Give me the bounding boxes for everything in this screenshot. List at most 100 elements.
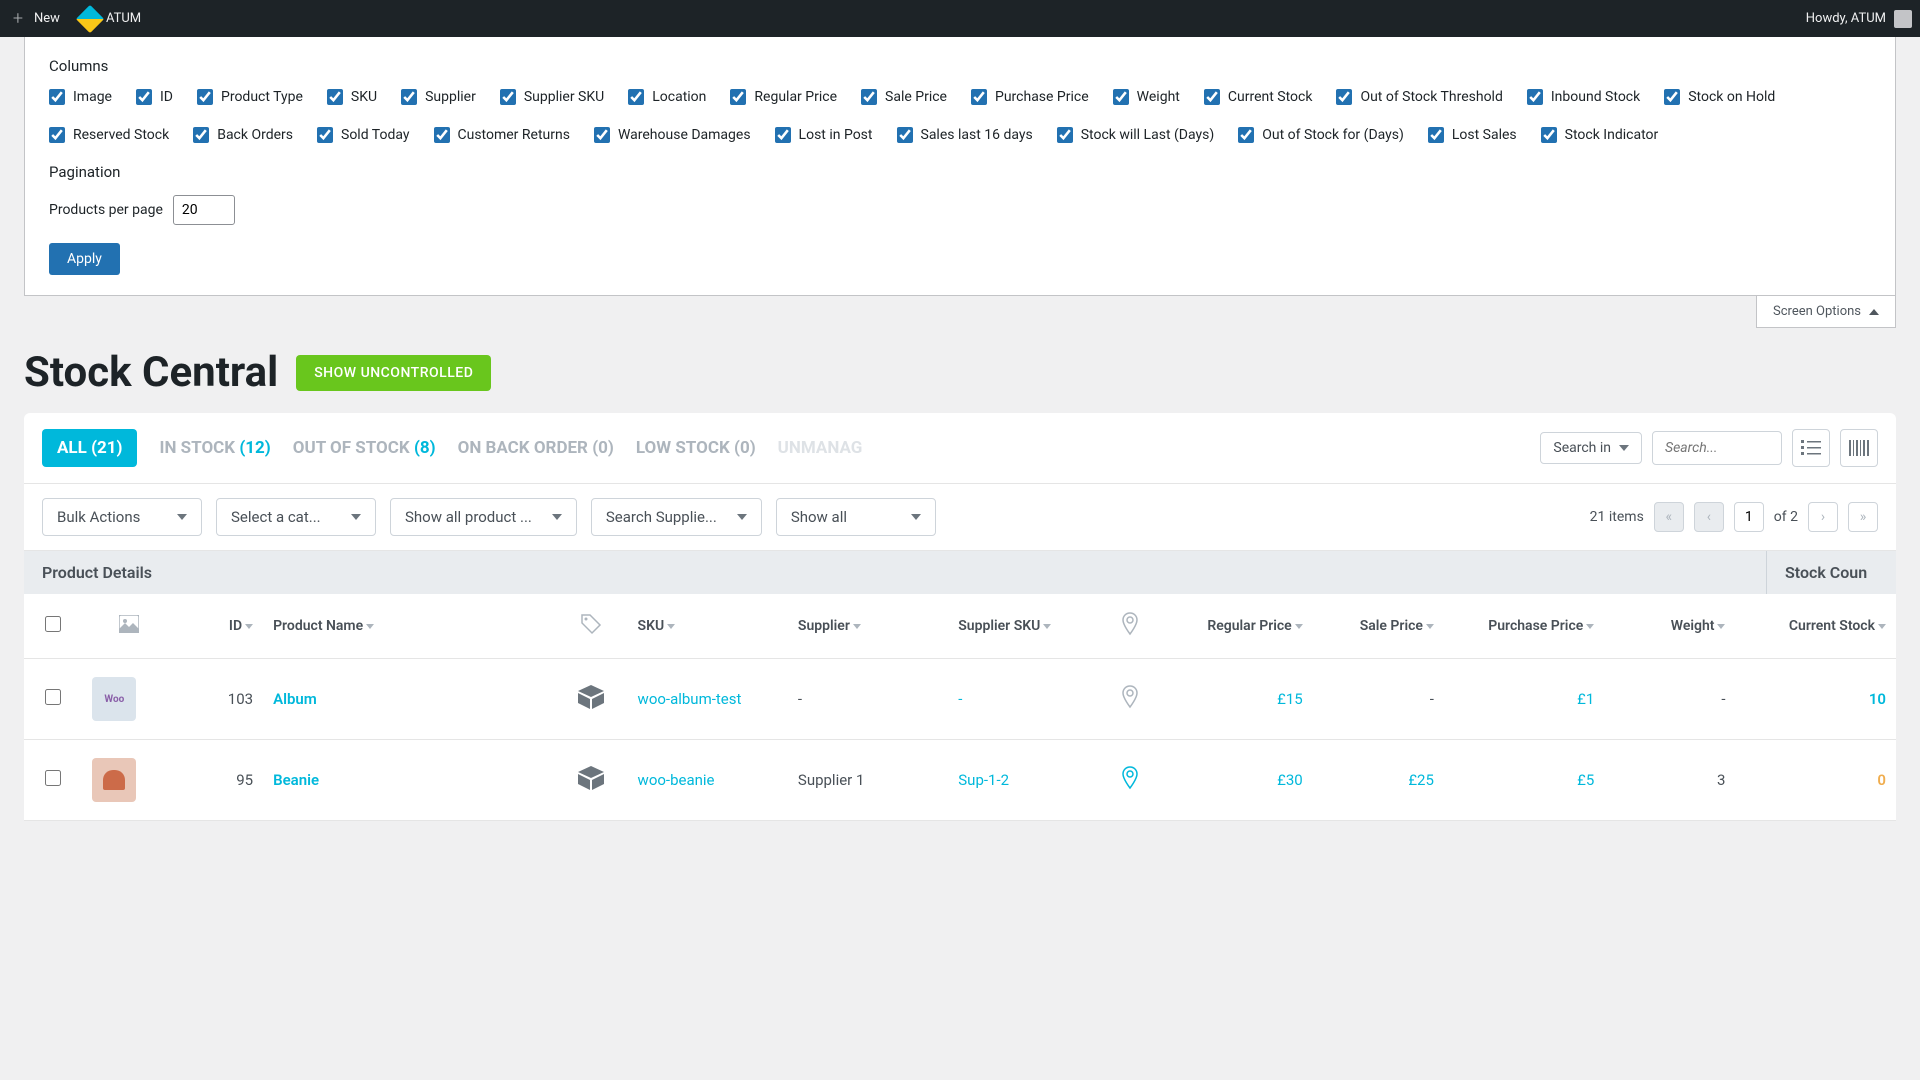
screen-options-tab[interactable]: Screen Options xyxy=(1756,296,1896,328)
column-checkbox[interactable]: Purchase Price xyxy=(971,89,1089,105)
checkbox-input[interactable] xyxy=(594,127,610,143)
column-checkbox[interactable]: Back Orders xyxy=(193,127,293,143)
atum-menu[interactable]: ATUM xyxy=(80,9,141,29)
checkbox-input[interactable] xyxy=(1057,127,1073,143)
tab-low-stock[interactable]: LOW STOCK (0) xyxy=(636,438,756,458)
checkbox-input[interactable] xyxy=(861,89,877,105)
apply-button[interactable]: Apply xyxy=(49,243,120,275)
sale-price[interactable]: - xyxy=(1313,659,1444,740)
purchase-price[interactable]: £5 xyxy=(1577,771,1594,789)
column-checkbox[interactable]: Current Stock xyxy=(1204,89,1313,105)
category-select[interactable]: Select a cat... xyxy=(216,498,376,536)
new-button[interactable]: + New xyxy=(8,9,60,29)
per-page-input[interactable] xyxy=(173,195,235,225)
tab-back-order[interactable]: ON BACK ORDER (0) xyxy=(458,438,614,458)
list-view-button[interactable] xyxy=(1792,429,1830,467)
supplier-select[interactable]: Search Supplie... xyxy=(591,498,762,536)
sku-link[interactable]: woo-beanie xyxy=(638,771,715,789)
col-type[interactable] xyxy=(555,594,628,659)
admin-bar-right[interactable]: Howdy, ATUM xyxy=(1806,10,1912,28)
column-checkbox[interactable]: Lost Sales xyxy=(1428,127,1517,143)
column-checkbox[interactable]: Reserved Stock xyxy=(49,127,169,143)
column-checkbox[interactable]: Inbound Stock xyxy=(1527,89,1640,105)
tab-unmanaged[interactable]: UNMANAG xyxy=(778,438,863,458)
next-page-button[interactable]: › xyxy=(1808,502,1838,532)
location-cell[interactable] xyxy=(1094,659,1167,740)
select-all-checkbox[interactable] xyxy=(45,616,61,632)
column-checkbox[interactable]: Product Type xyxy=(197,89,303,105)
column-checkbox[interactable]: Stock will Last (Days) xyxy=(1057,127,1215,143)
show-all-select[interactable]: Show all xyxy=(776,498,936,536)
column-checkbox[interactable]: Sold Today xyxy=(317,127,410,143)
cell-supplier-sku[interactable]: - xyxy=(948,659,1094,740)
col-sku[interactable]: SKU xyxy=(628,594,788,659)
regular-price[interactable]: £30 xyxy=(1277,771,1303,789)
checkbox-input[interactable] xyxy=(1428,127,1444,143)
checkbox-input[interactable] xyxy=(49,127,65,143)
column-checkbox[interactable]: Supplier SKU xyxy=(500,89,604,105)
prev-page-button[interactable]: ‹ xyxy=(1694,502,1724,532)
checkbox-input[interactable] xyxy=(1336,89,1352,105)
checkbox-input[interactable] xyxy=(434,127,450,143)
column-checkbox[interactable]: Location xyxy=(628,89,706,105)
column-checkbox[interactable]: Weight xyxy=(1113,89,1180,105)
column-checkbox[interactable]: Supplier xyxy=(401,89,476,105)
bulk-actions-select[interactable]: Bulk Actions xyxy=(42,498,202,536)
checkbox-input[interactable] xyxy=(327,89,343,105)
sku-link[interactable]: woo-album-test xyxy=(638,690,742,708)
column-checkbox[interactable]: Sales last 16 days xyxy=(897,127,1033,143)
purchase-price[interactable]: £1 xyxy=(1577,690,1594,708)
row-checkbox[interactable] xyxy=(45,770,61,786)
last-page-button[interactable]: » xyxy=(1848,502,1878,532)
column-checkbox[interactable]: ID xyxy=(136,89,173,105)
first-page-button[interactable]: « xyxy=(1654,502,1684,532)
show-uncontrolled-button[interactable]: SHOW UNCONTROLLED xyxy=(296,355,491,391)
regular-price[interactable]: £15 xyxy=(1277,690,1303,708)
product-type-select[interactable]: Show all product ... xyxy=(390,498,577,536)
checkbox-input[interactable] xyxy=(136,89,152,105)
column-checkbox[interactable]: Customer Returns xyxy=(434,127,570,143)
col-image[interactable] xyxy=(82,594,175,659)
checkbox-input[interactable] xyxy=(1238,127,1254,143)
col-purchase-price[interactable]: Purchase Price xyxy=(1444,594,1604,659)
checkbox-input[interactable] xyxy=(1527,89,1543,105)
col-id[interactable]: ID xyxy=(176,594,263,659)
checkbox-input[interactable] xyxy=(897,127,913,143)
checkbox-input[interactable] xyxy=(1541,127,1557,143)
tab-out-of-stock[interactable]: OUT OF STOCK (8) xyxy=(293,438,436,458)
checkbox-input[interactable] xyxy=(401,89,417,105)
checkbox-input[interactable] xyxy=(317,127,333,143)
checkbox-input[interactable] xyxy=(500,89,516,105)
current-stock[interactable]: 0 xyxy=(1877,771,1886,789)
row-checkbox[interactable] xyxy=(45,689,61,705)
barcode-view-button[interactable] xyxy=(1840,429,1878,467)
checkbox-input[interactable] xyxy=(628,89,644,105)
page-input[interactable] xyxy=(1734,502,1764,532)
column-checkbox[interactable]: Stock on Hold xyxy=(1664,89,1775,105)
checkbox-input[interactable] xyxy=(775,127,791,143)
checkbox-input[interactable] xyxy=(1664,89,1680,105)
tab-all[interactable]: ALL (21) xyxy=(42,429,137,467)
checkbox-input[interactable] xyxy=(197,89,213,105)
location-cell[interactable] xyxy=(1094,740,1167,821)
col-sale-price[interactable]: Sale Price xyxy=(1313,594,1444,659)
column-checkbox[interactable]: Regular Price xyxy=(730,89,837,105)
col-regular-price[interactable]: Regular Price xyxy=(1167,594,1313,659)
sale-price[interactable]: £25 xyxy=(1313,740,1444,821)
current-stock[interactable]: 10 xyxy=(1869,690,1886,708)
column-checkbox[interactable]: Stock Indicator xyxy=(1541,127,1659,143)
checkbox-input[interactable] xyxy=(971,89,987,105)
checkbox-input[interactable] xyxy=(49,89,65,105)
column-checkbox[interactable]: Lost in Post xyxy=(775,127,873,143)
col-supplier-sku[interactable]: Supplier SKU xyxy=(948,594,1094,659)
checkbox-input[interactable] xyxy=(1204,89,1220,105)
column-checkbox[interactable]: Out of Stock Threshold xyxy=(1336,89,1502,105)
checkbox-input[interactable] xyxy=(193,127,209,143)
column-checkbox[interactable]: Warehouse Damages xyxy=(594,127,751,143)
cell-supplier-sku[interactable]: Sup-1-2 xyxy=(948,740,1094,821)
product-name-link[interactable]: Album xyxy=(273,690,317,708)
col-location[interactable] xyxy=(1094,594,1167,659)
column-checkbox[interactable]: Out of Stock for (Days) xyxy=(1238,127,1404,143)
col-weight[interactable]: Weight xyxy=(1604,594,1735,659)
tab-in-stock[interactable]: IN STOCK (12) xyxy=(159,438,270,458)
